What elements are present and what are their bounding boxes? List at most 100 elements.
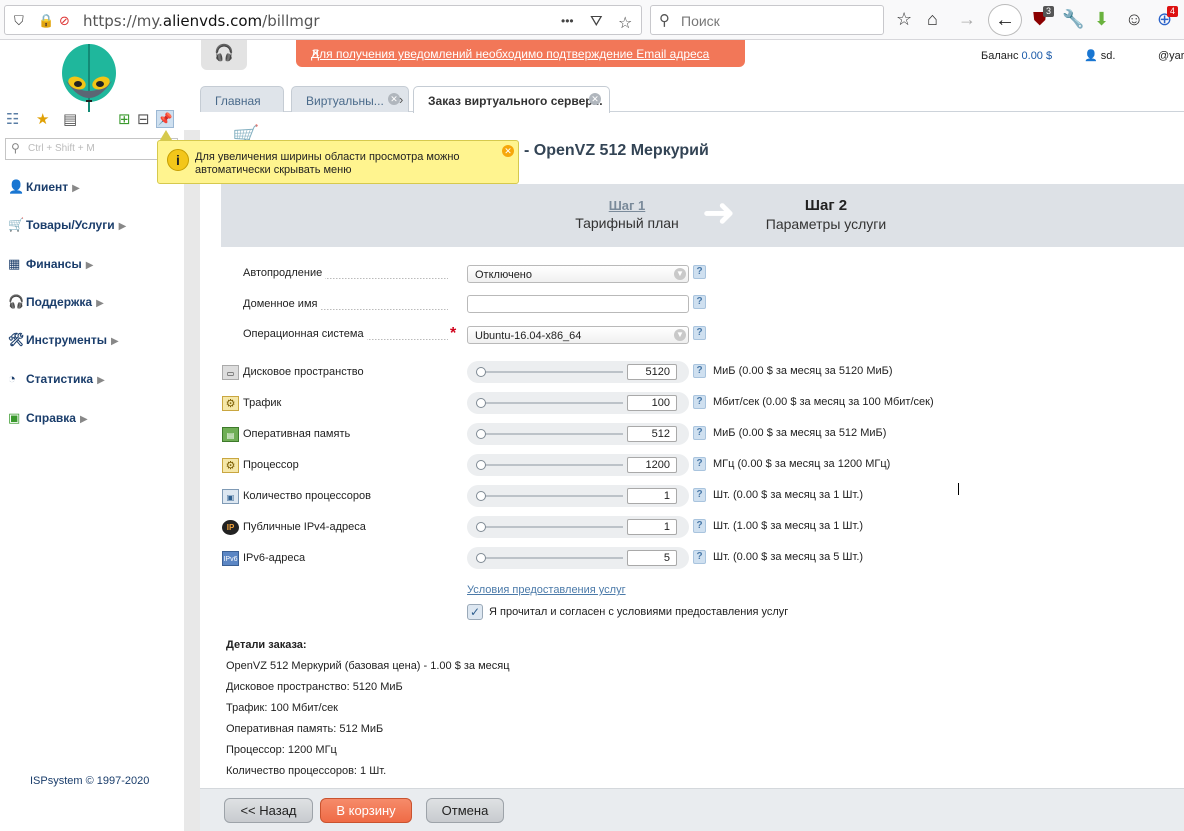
os-select[interactable]: Ubuntu-16.04-x86_64 ▼ (467, 326, 689, 344)
step-number: Шаг 2 (804, 197, 848, 214)
help-icon[interactable]: ? (693, 364, 706, 378)
slider-handle[interactable] (476, 367, 486, 377)
email-notification-banner[interactable]: Для получения уведомлений необходимо под… (296, 40, 745, 67)
sidebar-scrollbar[interactable] (184, 130, 200, 831)
sidebar-item-help[interactable]: ▣ Справка ▶ (8, 410, 88, 430)
resource-slider[interactable]: 1 (467, 485, 689, 507)
sidebar-item-finance[interactable]: ▦ Финансы ▶ (8, 256, 93, 276)
os-label: Операционная система (243, 328, 448, 342)
tab-order-virtual-server[interactable]: Заказ виртуального сервер... ✕ (413, 86, 610, 113)
agree-checkbox[interactable]: ✓ (467, 604, 483, 620)
page-actions-icon[interactable]: ••• (561, 14, 574, 28)
download-helper-icon[interactable]: ⬇ (1094, 9, 1109, 29)
finance-icon: ▦ (8, 256, 21, 271)
user-menu[interactable]: 👤 sd. (1084, 49, 1115, 62)
reading-list-icon[interactable]: ☆ (896, 9, 912, 29)
resource-slider[interactable]: 1200 (467, 454, 689, 476)
pin-menu-icon[interactable]: 📌 (156, 110, 174, 128)
resource-slider[interactable]: 100 (467, 392, 689, 414)
slider-label: Трафик (243, 397, 448, 411)
slider-handle[interactable] (476, 491, 486, 501)
sidebar-item-tools[interactable]: 🛠Инструменты ▶ (8, 332, 119, 352)
pocket-icon[interactable]: ⛛ (590, 13, 603, 30)
step-1[interactable]: Шаг 1 Тарифный план (574, 198, 680, 231)
slider-handle[interactable] (476, 522, 486, 532)
order-detail-line: Трафик: 100 Мбит/сек (226, 702, 338, 714)
add-to-cart-button[interactable]: В корзину (320, 798, 412, 823)
slider-value-input[interactable]: 1200 (627, 457, 677, 473)
tab-home[interactable]: Главная (200, 86, 284, 112)
sidebar-item-support[interactable]: 🎧 Поддержка ▶ (8, 294, 104, 314)
url-text[interactable]: https://my.alienvds.com/billmgr (83, 12, 320, 30)
help-icon[interactable]: ? (693, 426, 706, 440)
help-icon[interactable]: ? (693, 457, 706, 471)
slider-value-input[interactable]: 512 (627, 426, 677, 442)
wrench-icon[interactable]: 🔧 (1062, 9, 1084, 29)
tree-view-icon[interactable]: ☷ (6, 110, 19, 128)
slider-handle[interactable] (476, 460, 486, 470)
cancel-button[interactable]: Отмена (426, 798, 504, 823)
sidebar-item-client[interactable]: 👤 Клиент ▶ (8, 179, 80, 199)
chevron-down-icon: ▼ (674, 329, 686, 341)
help-icon[interactable]: ? (693, 550, 706, 564)
sidebar-item-statistics[interactable]: ◔ Статистика ▶ (8, 371, 105, 391)
balance-value[interactable]: 0.00 $ (1022, 50, 1053, 62)
slider-track[interactable] (479, 433, 623, 435)
step-number[interactable]: Шаг 1 (574, 198, 680, 213)
shield-icon[interactable]: ⛉ (14, 13, 24, 29)
slider-track[interactable] (479, 402, 623, 404)
terms-link[interactable]: Условия предоставления услуг (467, 584, 626, 596)
step-arrow-icon: ➜ (702, 191, 736, 235)
support-button[interactable]: 🎧 (201, 40, 247, 70)
collapse-all-icon[interactable]: ⊟ (137, 110, 150, 128)
resource-slider[interactable]: 512 (467, 423, 689, 445)
menu-filter-input[interactable]: ⚲ Ctrl + Shift + M (5, 138, 178, 160)
favorites-star-icon[interactable]: ★ (36, 110, 49, 128)
address-bar[interactable]: ⛉ 🔒 ⊘ https://my.alienvds.com/billmgr ••… (4, 5, 642, 35)
slider-value-input[interactable]: 100 (627, 395, 677, 411)
insecure-form-icon[interactable]: ⊘ (59, 13, 70, 29)
domain-field[interactable] (467, 295, 689, 313)
slider-track[interactable] (479, 526, 623, 528)
home-icon[interactable]: ⌂ (927, 9, 938, 29)
lock-icon[interactable]: 🔒 (38, 13, 54, 29)
step-2: Шаг 2 Параметры услуги (762, 197, 890, 232)
clipboard-icon[interactable]: ▤ (63, 110, 77, 128)
autoprolong-select[interactable]: Отключено ▼ (467, 265, 689, 283)
slider-value-input[interactable]: 5120 (627, 364, 677, 380)
slider-track[interactable] (479, 464, 623, 466)
slider-value-input[interactable]: 1 (627, 488, 677, 504)
tab-virtual-servers[interactable]: Виртуальны... ✕ (291, 86, 409, 112)
expand-all-icon[interactable]: ⊞ (118, 110, 131, 128)
help-icon[interactable]: ? (693, 295, 706, 309)
help-icon[interactable]: ? (693, 488, 706, 502)
sidebar-item-products[interactable]: 🛒 Товары/Услуги ▶ (8, 217, 126, 237)
copyright-footer: ISPsystem © 1997-2020 (30, 775, 150, 787)
slider-value-input[interactable]: 1 (627, 519, 677, 535)
slider-handle[interactable] (476, 553, 486, 563)
text-cursor (958, 483, 959, 495)
user-email[interactable]: @yar (1158, 50, 1184, 62)
help-icon[interactable]: ? (693, 265, 706, 279)
forward-icon[interactable]: → (958, 9, 976, 29)
slider-handle[interactable] (476, 429, 486, 439)
close-icon[interactable]: ✕ (589, 93, 601, 105)
help-icon[interactable]: ? (693, 519, 706, 533)
account-icon[interactable]: ☺ (1125, 9, 1143, 29)
help-icon[interactable]: ? (693, 395, 706, 409)
close-icon[interactable]: ✕ (311, 47, 737, 60)
slider-track[interactable] (479, 371, 623, 373)
back-button[interactable]: ← (988, 4, 1022, 36)
slider-value-input[interactable]: 5 (627, 550, 677, 566)
bookmark-star-icon[interactable]: ☆ (618, 13, 632, 33)
slider-track[interactable] (479, 495, 623, 497)
close-icon[interactable]: ✕ (502, 145, 514, 157)
slider-handle[interactable] (476, 398, 486, 408)
resource-slider[interactable]: 5120 (467, 361, 689, 383)
help-icon[interactable]: ? (693, 326, 706, 340)
slider-track[interactable] (479, 557, 623, 559)
search-input[interactable]: ⚲ Поиск (650, 5, 884, 35)
back-button[interactable]: << Назад (224, 798, 313, 823)
resource-slider[interactable]: 1 (467, 516, 689, 538)
resource-slider[interactable]: 5 (467, 547, 689, 569)
